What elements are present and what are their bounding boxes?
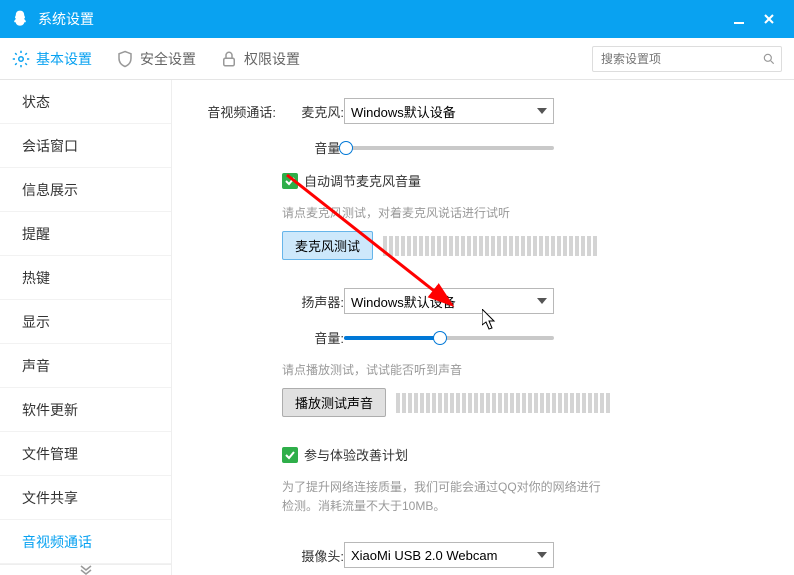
window-title: 系统设置 — [38, 9, 724, 29]
camera-select-value: XiaoMi USB 2.0 Webcam — [351, 548, 497, 563]
sidebar-item-display[interactable]: 显示 — [0, 300, 171, 344]
tab-label: 权限设置 — [244, 49, 300, 69]
top-nav: 基本设置 安全设置 权限设置 — [0, 38, 794, 80]
chevron-down-icon — [537, 108, 547, 114]
tab-basic-settings[interactable]: 基本设置 — [12, 49, 92, 69]
sidebar-item-notifications[interactable]: 提醒 — [0, 212, 171, 256]
search-input[interactable] — [592, 46, 782, 72]
app-logo-icon — [10, 9, 30, 29]
chevron-down-icon — [537, 552, 547, 558]
sidebar-item-sound[interactable]: 声音 — [0, 344, 171, 388]
microphone-select[interactable]: Windows默认设备 — [344, 98, 554, 124]
tab-label: 基本设置 — [36, 49, 92, 69]
auto-adjust-mic-checkbox[interactable]: 自动调节麦克风音量 — [282, 171, 421, 190]
search-wrap — [592, 46, 782, 72]
speaker-label: 扬声器: — [282, 292, 344, 311]
mic-level-meter — [383, 236, 597, 256]
improvement-plan-label: 参与体验改善计划 — [304, 445, 408, 464]
minimize-button[interactable] — [724, 4, 754, 34]
content: 状态 会话窗口 信息展示 提醒 热键 显示 声音 软件更新 文件管理 文件共享 … — [0, 80, 794, 575]
sidebar-expand-button[interactable] — [0, 564, 171, 575]
speaker-select-value: Windows默认设备 — [351, 292, 456, 311]
mic-volume-slider[interactable] — [344, 146, 554, 150]
speaker-test-button[interactable]: 播放测试声音 — [282, 388, 386, 417]
checkbox-checked-icon — [282, 173, 298, 189]
camera-label: 摄像头: — [282, 546, 344, 565]
sidebar-item-info-display[interactable]: 信息展示 — [0, 168, 171, 212]
microphone-label: 麦克风: — [282, 102, 344, 121]
titlebar: 系统设置 — [0, 0, 794, 38]
speaker-level-meter — [396, 393, 610, 413]
close-button[interactable] — [754, 4, 784, 34]
sidebar-item-file-management[interactable]: 文件管理 — [0, 432, 171, 476]
checkbox-checked-icon — [282, 447, 298, 463]
tab-label: 安全设置 — [140, 49, 196, 69]
mic-test-button[interactable]: 麦克风测试 — [282, 231, 373, 260]
tab-permission-settings[interactable]: 权限设置 — [220, 49, 300, 69]
speaker-volume-slider[interactable] — [344, 336, 554, 340]
gear-icon — [12, 50, 30, 68]
sidebar-item-hotkeys[interactable]: 热键 — [0, 256, 171, 300]
speaker-volume-label: 音量: — [282, 328, 344, 347]
sidebar-item-file-sharing[interactable]: 文件共享 — [0, 476, 171, 520]
mic-test-hint: 请点麦克风测试，对着麦克风说话进行试听 — [282, 204, 770, 221]
chevron-down-icon — [537, 298, 547, 304]
improvement-plan-hint: 为了提升网络连接质量，我们可能会通过QQ对你的网络进行检测。消耗流量不大于10M… — [282, 478, 602, 516]
sidebar-item-audio-video-call[interactable]: 音视频通话 — [0, 520, 171, 564]
sidebar-item-chat-window[interactable]: 会话窗口 — [0, 124, 171, 168]
main-panel: 音视频通话: 麦克风: Windows默认设备 音量: 自动调节麦克风音量 — [172, 80, 794, 575]
lock-icon — [220, 50, 238, 68]
speaker-select[interactable]: Windows默认设备 — [344, 288, 554, 314]
sidebar-item-software-update[interactable]: 软件更新 — [0, 388, 171, 432]
sidebar: 状态 会话窗口 信息展示 提醒 热键 显示 声音 软件更新 文件管理 文件共享 … — [0, 80, 172, 575]
camera-select[interactable]: XiaoMi USB 2.0 Webcam — [344, 542, 554, 568]
auto-adjust-mic-label: 自动调节麦克风音量 — [304, 171, 421, 190]
sidebar-item-status[interactable]: 状态 — [0, 80, 171, 124]
section-label: 音视频通话: — [196, 102, 276, 121]
tab-security-settings[interactable]: 安全设置 — [116, 49, 196, 69]
improvement-plan-checkbox[interactable]: 参与体验改善计划 — [282, 445, 408, 464]
speaker-test-hint: 请点播放测试，试试能否听到声音 — [282, 361, 770, 378]
mic-volume-label: 音量: — [282, 138, 344, 157]
search-icon[interactable] — [762, 52, 776, 66]
chevron-double-down-icon — [78, 565, 94, 575]
shield-icon — [116, 50, 134, 68]
microphone-select-value: Windows默认设备 — [351, 102, 456, 121]
